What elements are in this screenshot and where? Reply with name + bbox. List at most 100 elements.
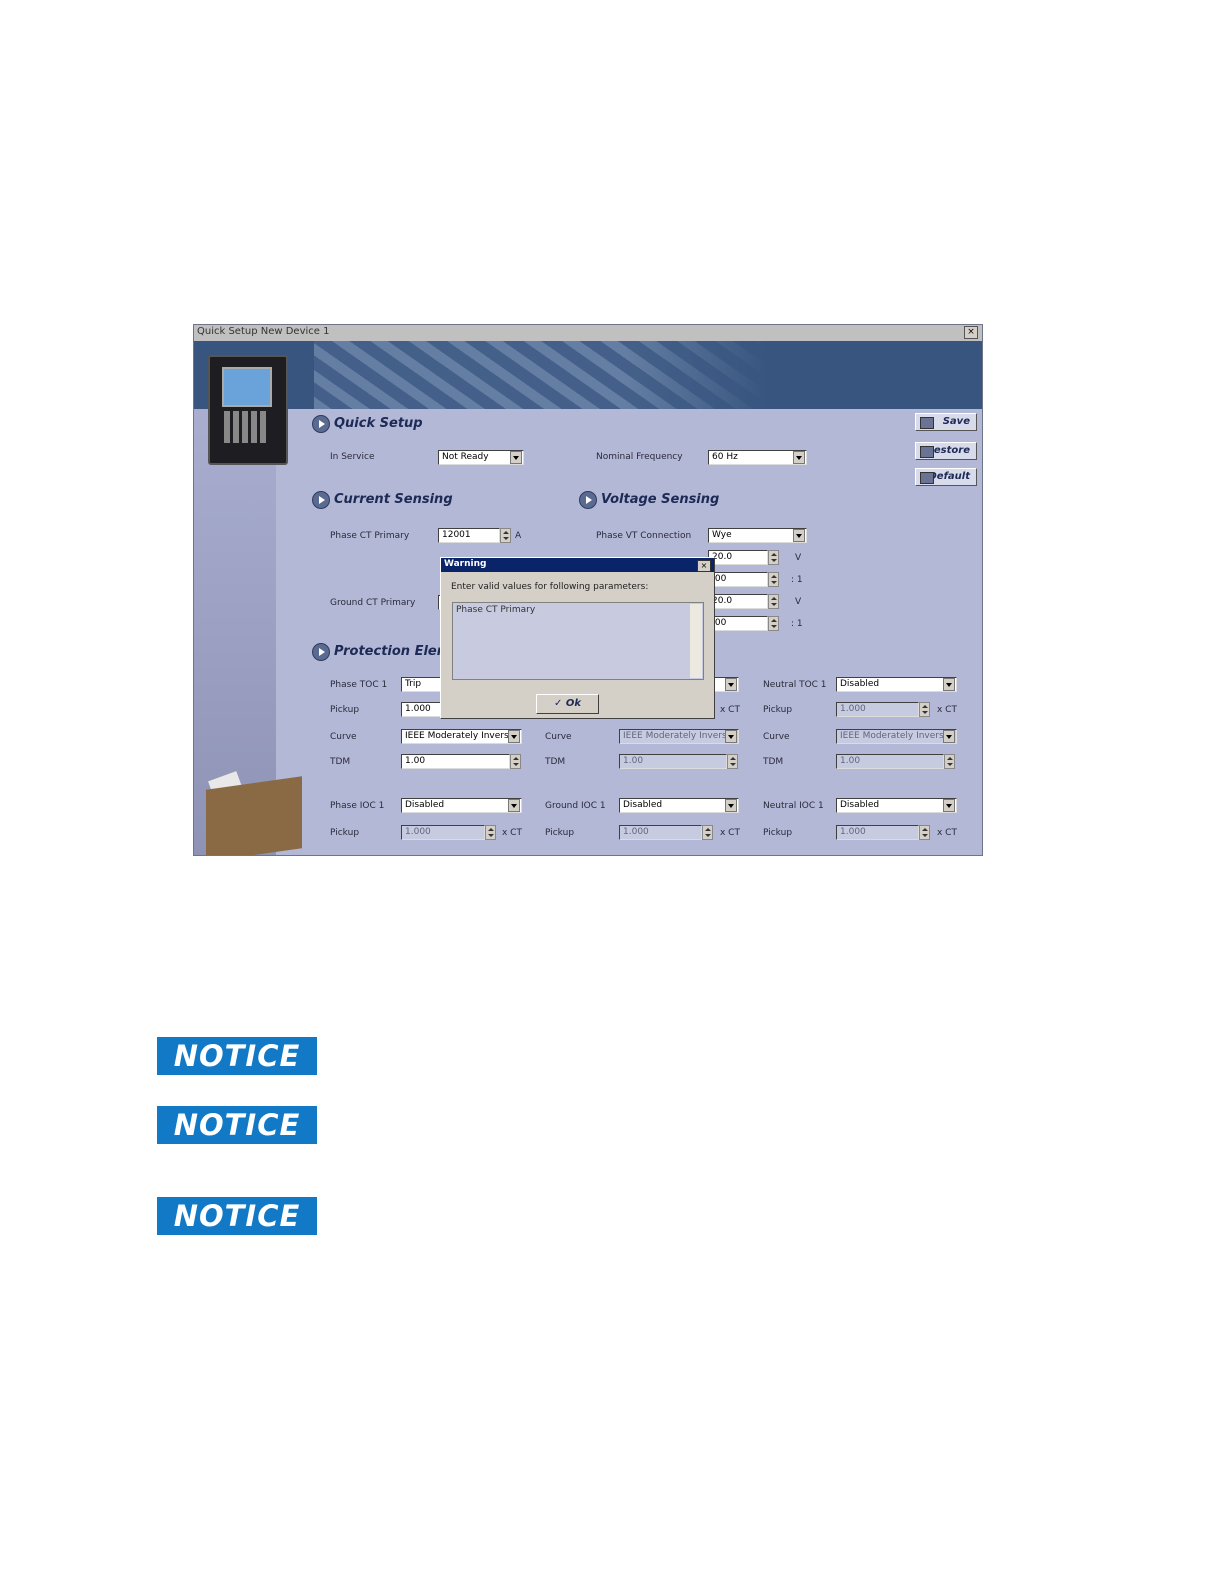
device-screen bbox=[222, 367, 272, 407]
chevron-down-icon[interactable] bbox=[508, 730, 520, 743]
banner-fade bbox=[624, 341, 982, 409]
chevron-down-icon[interactable] bbox=[510, 451, 522, 464]
phase-ioc-pickup-input[interactable]: 1.000 bbox=[401, 825, 485, 840]
ground-tdm-input[interactable]: 1.00 bbox=[619, 754, 727, 769]
window-title: Quick Setup New Device 1 bbox=[197, 326, 330, 337]
spinner-arrows-icon[interactable] bbox=[727, 754, 738, 769]
dialog-message: Enter valid values for following paramet… bbox=[451, 582, 649, 592]
pickup-label: Pickup bbox=[330, 705, 360, 715]
neutral-ioc-pickup-input[interactable]: 1.000 bbox=[836, 825, 919, 840]
neutral-toc-pickup-input[interactable]: 1.000 bbox=[836, 702, 919, 717]
vt-input-1[interactable]: 20.0 bbox=[708, 550, 768, 565]
in-service-label: In Service bbox=[330, 452, 375, 462]
vt-input-2[interactable]: .00 bbox=[708, 572, 768, 587]
arrow-circle-icon bbox=[312, 415, 330, 433]
notice-badge: NOTICE bbox=[157, 1106, 317, 1144]
default-button[interactable]: Default bbox=[915, 468, 977, 486]
pickup-label: Pickup bbox=[545, 828, 575, 838]
notice-badge: NOTICE bbox=[157, 1197, 317, 1235]
spinner-arrows-icon[interactable] bbox=[485, 825, 496, 840]
ground-ioc-label: Ground IOC 1 bbox=[545, 801, 606, 811]
spinner-arrows-icon[interactable] bbox=[500, 528, 511, 543]
spinner-arrows-icon[interactable] bbox=[944, 754, 955, 769]
spinner-arrows-icon[interactable] bbox=[919, 825, 930, 840]
chevron-down-icon[interactable] bbox=[725, 730, 737, 743]
spinner-arrows-icon[interactable] bbox=[768, 550, 779, 565]
ground-ioc-pickup-input[interactable]: 1.000 bbox=[619, 825, 702, 840]
list-item[interactable]: Phase CT Primary bbox=[456, 605, 535, 615]
arrow-circle-icon bbox=[312, 643, 330, 661]
neutral-ioc-select[interactable]: Disabled bbox=[836, 798, 957, 813]
phase-toc-label: Phase TOC 1 bbox=[330, 680, 388, 690]
phase-tdm-input[interactable]: 1.00 bbox=[401, 754, 510, 769]
pickup-label: Pickup bbox=[330, 828, 360, 838]
quick-setup-window: Quick Setup New Device 1 × Quick Setup S… bbox=[193, 324, 983, 856]
phase-ct-primary-input[interactable]: 12001 bbox=[438, 528, 500, 543]
phase-toc-pickup-input[interactable]: 1.000 bbox=[401, 702, 441, 717]
vt-unit-4: : 1 bbox=[791, 619, 803, 629]
warning-dialog: Warning × Enter valid values for followi… bbox=[440, 557, 715, 719]
neutral-toc-select[interactable]: Disabled bbox=[836, 677, 957, 692]
parameter-list[interactable]: Phase CT Primary bbox=[452, 602, 704, 680]
restore-icon bbox=[920, 446, 934, 458]
ground-ct-primary-label: Ground CT Primary bbox=[330, 598, 416, 608]
x-ct-unit: x CT bbox=[937, 705, 957, 715]
nominal-frequency-label: Nominal Frequency bbox=[596, 452, 683, 462]
phase-curve-select[interactable]: IEEE Moderately Inverse bbox=[401, 729, 522, 744]
spinner-arrows-icon[interactable] bbox=[768, 616, 779, 631]
chevron-down-icon[interactable] bbox=[943, 730, 955, 743]
section-quick-setup: Quick Setup bbox=[334, 416, 423, 431]
neutral-tdm-input[interactable]: 1.00 bbox=[836, 754, 944, 769]
curve-label: Curve bbox=[330, 732, 357, 742]
close-icon[interactable]: × bbox=[697, 560, 711, 572]
phase-toc-select[interactable]: Trip bbox=[401, 677, 441, 692]
section-voltage-sensing: Voltage Sensing bbox=[601, 492, 720, 507]
vt-input-4[interactable]: .00 bbox=[708, 616, 768, 631]
device-keypad bbox=[224, 411, 266, 443]
x-ct-unit: x CT bbox=[720, 828, 740, 838]
chevron-down-icon[interactable] bbox=[725, 799, 737, 812]
chevron-down-icon[interactable] bbox=[508, 799, 520, 812]
chevron-down-icon[interactable] bbox=[943, 678, 955, 691]
phase-ioc-select[interactable]: Disabled bbox=[401, 798, 522, 813]
chevron-down-icon[interactable] bbox=[793, 451, 805, 464]
save-button[interactable]: Save bbox=[915, 413, 977, 431]
notice-badge: NOTICE bbox=[157, 1037, 317, 1075]
save-icon bbox=[920, 417, 934, 429]
ground-ioc-select[interactable]: Disabled bbox=[619, 798, 739, 813]
neutral-ioc-label: Neutral IOC 1 bbox=[763, 801, 824, 811]
chevron-down-icon[interactable] bbox=[725, 678, 737, 691]
section-current-sensing: Current Sensing bbox=[334, 492, 453, 507]
ok-button[interactable]: ✓ Ok bbox=[536, 694, 599, 714]
chevron-down-icon[interactable] bbox=[943, 799, 955, 812]
ground-curve-select[interactable]: IEEE Moderately Inverse bbox=[619, 729, 739, 744]
tdm-label: TDM bbox=[330, 757, 351, 767]
vt-unit-3: V bbox=[795, 597, 802, 607]
spinner-arrows-icon[interactable] bbox=[919, 702, 930, 717]
spinner-arrows-icon[interactable] bbox=[768, 594, 779, 609]
arrow-circle-icon bbox=[579, 491, 597, 509]
close-icon[interactable]: × bbox=[964, 326, 978, 339]
box-image bbox=[206, 776, 302, 855]
spinner-arrows-icon[interactable] bbox=[768, 572, 779, 587]
spinner-arrows-icon[interactable] bbox=[510, 754, 521, 769]
chevron-down-icon[interactable] bbox=[793, 529, 805, 542]
dialog-title: Warning bbox=[444, 559, 487, 569]
phase-ioc-label: Phase IOC 1 bbox=[330, 801, 385, 811]
tdm-label: TDM bbox=[763, 757, 784, 767]
phase-vt-connection-label: Phase VT Connection bbox=[596, 531, 692, 541]
curve-label: Curve bbox=[763, 732, 790, 742]
dialog-title-bar: Warning × bbox=[441, 558, 714, 572]
neutral-curve-select[interactable]: IEEE Moderately Inverse bbox=[836, 729, 957, 744]
spinner-arrows-icon[interactable] bbox=[702, 825, 713, 840]
tdm-label: TDM bbox=[545, 757, 566, 767]
vt-unit-2: : 1 bbox=[791, 575, 803, 585]
title-bar: Quick Setup New Device 1 × bbox=[194, 325, 982, 342]
pickup-label: Pickup bbox=[763, 705, 793, 715]
default-icon bbox=[920, 472, 934, 484]
phase-ct-primary-label: Phase CT Primary bbox=[330, 531, 410, 541]
curve-label: Curve bbox=[545, 732, 572, 742]
restore-button[interactable]: Restore bbox=[915, 442, 977, 460]
vt-input-3[interactable]: 20.0 bbox=[708, 594, 768, 609]
scrollbar[interactable] bbox=[690, 604, 702, 678]
